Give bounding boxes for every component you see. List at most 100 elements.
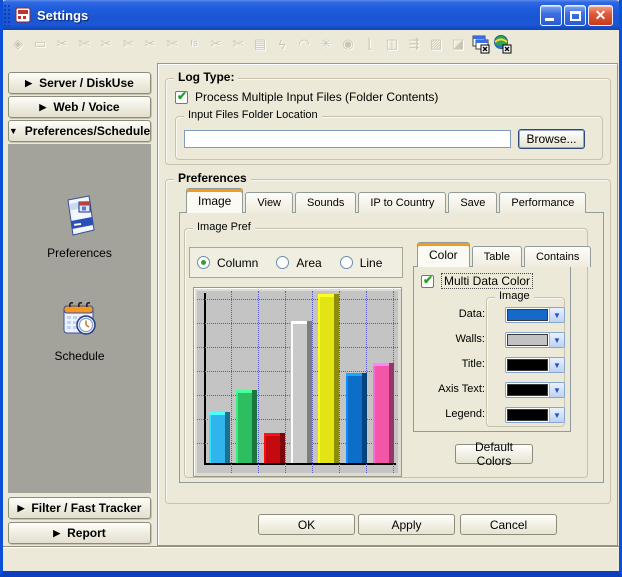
tab-ip-to-country[interactable]: IP to Country bbox=[358, 192, 446, 213]
tool-icon-2-disabled[interactable]: ▭ bbox=[30, 34, 50, 54]
folder-location-input[interactable] bbox=[184, 130, 511, 148]
color-row-label: Walls: bbox=[455, 333, 485, 345]
tool-icon-5-disabled[interactable]: ✂ bbox=[96, 34, 116, 54]
color-row-title-: Title: ▼ bbox=[413, 357, 575, 373]
multi-data-color-row: Multi Data Color bbox=[421, 273, 533, 289]
toolbar: ◈▭✂✄✂✄✂✄ᶠˢ✂✄▤ϟ◠✳◉⌊◫⇶▨◪ bbox=[3, 30, 619, 60]
close-icon: ✕ bbox=[589, 6, 612, 25]
sidebar-item-label: Schedule bbox=[8, 349, 151, 363]
tool-icon-6-disabled[interactable]: ✄ bbox=[118, 34, 138, 54]
color-dropdown-legend-[interactable]: ▼ bbox=[505, 407, 565, 423]
tab-performance[interactable]: Performance bbox=[499, 192, 586, 213]
tab-sounds[interactable]: Sounds bbox=[295, 192, 356, 213]
preferences-icon bbox=[60, 194, 100, 238]
chevron-right-icon: ▶ bbox=[53, 528, 60, 539]
preferences-title: Preferences bbox=[174, 171, 251, 185]
tool-icon-1-disabled[interactable]: ◈ bbox=[8, 34, 28, 54]
color-row-label: Axis Text: bbox=[438, 383, 485, 395]
tool-icon-4-disabled[interactable]: ✄ bbox=[74, 34, 94, 54]
color-swatch bbox=[507, 309, 548, 321]
folder-location-title: Input Files Folder Location bbox=[184, 109, 322, 121]
tool-icon-11-disabled[interactable]: ✄ bbox=[228, 34, 248, 54]
grip-dots bbox=[3, 4, 11, 26]
tool-icon-12-disabled[interactable]: ▤ bbox=[250, 34, 270, 54]
chart-type-option-column[interactable]: Column bbox=[197, 256, 258, 270]
tool-icon-7-disabled[interactable]: ✂ bbox=[140, 34, 160, 54]
sidebar-item-preferences[interactable]: Preferences bbox=[8, 194, 151, 260]
chart-x-axis bbox=[204, 463, 396, 465]
radio-column[interactable] bbox=[197, 256, 210, 269]
color-dropdown-walls-[interactable]: ▼ bbox=[505, 332, 565, 348]
color-dropdown-axis-text-[interactable]: ▼ bbox=[505, 382, 565, 398]
preferences-tabstrip: ImageViewSoundsIP to CountrySavePerforma… bbox=[186, 188, 588, 213]
process-multiple-row: Process Multiple Input Files (Folder Con… bbox=[175, 90, 438, 104]
tool-icon-15-disabled[interactable]: ✳ bbox=[316, 34, 336, 54]
chart-plot-area bbox=[197, 291, 398, 473]
chart-bar bbox=[291, 321, 312, 463]
window-badge-icon[interactable] bbox=[470, 34, 490, 54]
process-multiple-checkbox[interactable] bbox=[175, 91, 188, 104]
chart-bar bbox=[373, 363, 394, 463]
chart-gridline bbox=[197, 299, 398, 300]
tool-icon-3-disabled[interactable]: ✂ bbox=[52, 34, 72, 54]
chevron-down-icon: ▼ bbox=[549, 358, 564, 372]
image-pref-title: Image Pref bbox=[193, 221, 255, 233]
radio-line[interactable] bbox=[340, 256, 353, 269]
tool-icon-8-disabled[interactable]: ✄ bbox=[162, 34, 182, 54]
cancel-button[interactable]: Cancel bbox=[460, 514, 557, 535]
tool-icon-9-disabled[interactable]: ᶠˢ bbox=[184, 34, 204, 54]
tool-icon-19-disabled[interactable]: ⇶ bbox=[404, 34, 424, 54]
sidebar-section-report[interactable]: ▶Report bbox=[8, 522, 151, 544]
tool-icon-10-disabled[interactable]: ✂ bbox=[206, 34, 226, 54]
tab-save[interactable]: Save bbox=[448, 192, 497, 213]
radio-label: Area bbox=[296, 256, 321, 270]
color-row-label: Legend: bbox=[445, 408, 485, 420]
chart-type-box: Column Area Line bbox=[189, 247, 403, 278]
maximize-button[interactable] bbox=[564, 5, 586, 26]
tab-color[interactable]: Color bbox=[417, 242, 470, 267]
sidebar-item-schedule[interactable]: Schedule bbox=[8, 297, 151, 363]
minimize-button[interactable] bbox=[540, 5, 562, 26]
chart-gridline bbox=[312, 291, 313, 473]
close-button[interactable]: ✕ bbox=[588, 5, 613, 26]
color-row-label: Title: bbox=[462, 358, 485, 370]
multi-data-color-checkbox[interactable] bbox=[421, 275, 434, 288]
title-bar[interactable]: Settings ✕ bbox=[0, 0, 622, 30]
apply-button[interactable]: Apply bbox=[358, 514, 455, 535]
tab-table[interactable]: Table bbox=[472, 246, 522, 267]
tab-image[interactable]: Image bbox=[186, 188, 243, 213]
sidebar-item-label: Preferences bbox=[8, 246, 151, 260]
tool-icon-14-disabled[interactable]: ◠ bbox=[294, 34, 314, 54]
sidebar-section-web-voice[interactable]: ▶Web / Voice bbox=[8, 96, 151, 118]
chart-y-axis bbox=[204, 293, 206, 465]
sidebar-section-filter-fast-tracker[interactable]: ▶Filter / Fast Tracker bbox=[8, 497, 151, 519]
color-swatch bbox=[507, 384, 548, 396]
color-swatch bbox=[507, 334, 548, 346]
tool-icon-18-disabled[interactable]: ◫ bbox=[382, 34, 402, 54]
chart-bar bbox=[264, 433, 285, 463]
tab-view[interactable]: View bbox=[245, 192, 293, 213]
tool-icon-17-disabled[interactable]: ⌊ bbox=[360, 34, 380, 54]
sidebar-section-preferences-schedule[interactable]: ▼Preferences/Schedule bbox=[8, 120, 151, 142]
globe-badge-icon[interactable] bbox=[492, 34, 512, 54]
chart-type-option-line[interactable]: Line bbox=[340, 256, 383, 270]
chart-gridline bbox=[258, 291, 259, 473]
color-dropdown-title-[interactable]: ▼ bbox=[505, 357, 565, 373]
chart-type-option-area[interactable]: Area bbox=[276, 256, 321, 270]
browse-button[interactable]: Browse... bbox=[518, 129, 585, 149]
schedule-icon bbox=[59, 297, 101, 341]
tool-icon-16-disabled[interactable]: ◉ bbox=[338, 34, 358, 54]
color-swatch bbox=[507, 409, 548, 421]
chart-bar bbox=[209, 412, 230, 463]
sidebar-section-label: Filter / Fast Tracker bbox=[31, 501, 141, 515]
chart-gridline bbox=[231, 291, 232, 473]
tool-icon-13-disabled[interactable]: ϟ bbox=[272, 34, 292, 54]
ok-button[interactable]: OK bbox=[258, 514, 355, 535]
tab-contains[interactable]: Contains bbox=[524, 246, 591, 267]
tool-icon-21-disabled[interactable]: ◪ bbox=[448, 34, 468, 54]
color-dropdown-data-[interactable]: ▼ bbox=[505, 307, 565, 323]
radio-area[interactable] bbox=[276, 256, 289, 269]
sidebar-section-server-diskuse[interactable]: ▶Server / DiskUse bbox=[8, 72, 151, 94]
tool-icon-20-disabled[interactable]: ▨ bbox=[426, 34, 446, 54]
default-colors-button[interactable]: Default Colors bbox=[455, 444, 533, 464]
